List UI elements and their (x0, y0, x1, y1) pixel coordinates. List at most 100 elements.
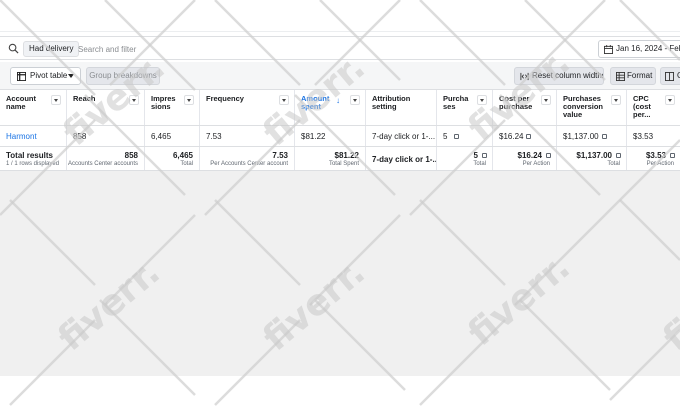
column-header-reach[interactable]: Reach (67, 90, 145, 125)
total-amount-spent-sub: Total Spent (328, 161, 359, 167)
account-name-link[interactable]: Harmont (6, 132, 37, 141)
empty-table-area (0, 171, 680, 376)
group-breakdowns-button[interactable]: Group breakdowns (86, 67, 160, 85)
date-range-label: Jan 16, 2024 - Feb 1 (616, 44, 680, 53)
total-amount-spent-cell: $81.22 Total Spent (295, 147, 366, 170)
total-results-label: Total results (6, 151, 53, 160)
column-menu-icon[interactable] (541, 95, 551, 105)
reset-column-widths-button[interactable]: Reset column widths (514, 67, 604, 85)
column-menu-icon[interactable] (184, 95, 194, 105)
column-header-cost-per-purchase[interactable]: Cost per purchase (493, 90, 557, 125)
column-menu-icon[interactable] (51, 95, 61, 105)
total-impressions-value: 6,465 (172, 151, 193, 160)
cost-per-purchase-value: $16.24 (499, 132, 524, 141)
cell-amount-spent: $81.22 (295, 126, 366, 146)
date-range-button[interactable]: Jan 16, 2024 - Feb 1 (598, 40, 680, 58)
total-purchases-value: 5 (473, 151, 478, 160)
column-header-purchases[interactable]: Purcha ses (437, 90, 493, 125)
total-reach-cell: 858 Accounts Center accounts (67, 147, 145, 170)
total-purchases-cell: 5 Total (437, 147, 493, 170)
cell-attribution: 7-day click or 1-... (366, 126, 437, 146)
total-cost-per-purchase-sub: Per Action (522, 161, 550, 167)
column-header-attribution-setting[interactable]: Attribution setting (366, 90, 437, 125)
total-cost-per-purchase-value: $16.24 (517, 151, 542, 160)
filter-chip-had-delivery[interactable]: Had delivery (23, 41, 80, 57)
table-header-row: Account name Reach Impres sions Frequenc… (0, 89, 680, 126)
frequency-value: 7.53 (206, 132, 222, 141)
cell-account-name: Harmont (0, 126, 67, 146)
column-menu-icon[interactable] (350, 95, 360, 105)
details-icon[interactable] (482, 153, 487, 158)
column-header-label: Attribution setting (372, 94, 411, 111)
amount-spent-value: $81.22 (301, 132, 326, 141)
column-width-icon (520, 72, 529, 81)
total-frequency-value: 7.53 (272, 151, 288, 160)
total-cpc-cell: $3.53 Per Action (627, 147, 680, 170)
column-header-frequency[interactable]: Frequency (200, 90, 295, 125)
column-header-account-name[interactable]: Account name (0, 90, 67, 125)
column-header-amount-spent[interactable]: Amount spent ↓ (295, 90, 366, 125)
search-input[interactable] (78, 41, 478, 57)
total-frequency-cell: 7.53 Per Accounts Center account (200, 147, 295, 170)
details-icon[interactable] (602, 134, 607, 139)
column-header-impressions[interactable]: Impres sions (145, 90, 200, 125)
column-menu-icon[interactable] (477, 95, 487, 105)
column-header-label: Amount spent (301, 94, 330, 111)
total-attribution-value: 7-day click or 1-... (372, 155, 437, 164)
total-label-cell: Total results 1 / 1 rows displayed (0, 147, 67, 170)
column-header-label: Cost per purchase (499, 94, 533, 111)
attribution-value: 7-day click or 1-... (372, 132, 436, 141)
impressions-value: 6,465 (151, 132, 172, 141)
column-header-label: CPC (cost per... (633, 94, 651, 119)
column-menu-icon[interactable] (129, 95, 139, 105)
total-purchases-sub: Total (473, 161, 486, 167)
details-icon[interactable] (616, 153, 621, 158)
total-cost-per-purchase-cell: $16.24 Per Action (493, 147, 557, 170)
table-row: Harmont 858 6,465 7.53 $81.22 7-day clic… (0, 126, 680, 147)
cell-reach: 858 (67, 126, 145, 146)
columns-icon (665, 72, 674, 81)
total-reach-value: 858 (124, 151, 138, 160)
cell-conversion-value: $1,137.00 (557, 126, 627, 146)
format-button[interactable]: Format (610, 67, 656, 85)
columns-button[interactable]: C (660, 67, 680, 85)
details-icon[interactable] (546, 153, 551, 158)
reach-value: 858 (73, 132, 87, 141)
total-amount-spent-value: $81.22 (334, 151, 359, 160)
column-menu-icon[interactable] (665, 95, 675, 105)
search-icon[interactable] (8, 43, 19, 54)
purchases-value: 5 (443, 132, 448, 141)
total-results-row: Total results 1 / 1 rows displayed 858 A… (0, 147, 680, 171)
column-header-label: Impres sions (151, 94, 176, 111)
column-header-label: Account name (6, 94, 36, 111)
details-icon[interactable] (670, 153, 675, 158)
column-header-label: Purcha ses (443, 94, 469, 111)
reset-column-widths-label: Reset column widths (532, 71, 604, 80)
total-attribution-cell: 7-day click or 1-... (366, 147, 437, 170)
top-bar (0, 0, 680, 32)
filter-bar: Had delivery Jan 16, 2024 - Feb 1 (0, 36, 680, 60)
bottom-strip (0, 376, 680, 409)
details-icon[interactable] (526, 134, 531, 139)
column-menu-icon[interactable] (611, 95, 621, 105)
chevron-down-icon (68, 74, 74, 78)
total-conversion-value-value: $1,137.00 (576, 151, 612, 160)
column-header-cpc[interactable]: CPC (cost per... (627, 90, 680, 125)
cell-purchases: 5 (437, 126, 493, 146)
sort-descending-icon: ↓ (336, 96, 340, 105)
total-cpc-sub: Per Action (646, 161, 674, 167)
cell-cost-per-purchase: $16.24 (493, 126, 557, 146)
pivot-table-label: Pivot table (30, 71, 68, 80)
column-header-purchases-conversion-value[interactable]: Purchases conversion value (557, 90, 627, 125)
format-label: Format (627, 71, 653, 80)
column-menu-icon[interactable] (279, 95, 289, 105)
format-icon (616, 72, 625, 81)
details-icon[interactable] (454, 134, 459, 139)
column-header-label: Purchases conversion value (563, 94, 604, 119)
pivot-table-icon (17, 72, 26, 81)
pivot-table-button[interactable]: Pivot table (10, 67, 81, 85)
cpc-value: $3.53 (633, 132, 654, 141)
cell-cpc: $3.53 (627, 126, 680, 146)
total-conversion-value-sub: Total (607, 161, 620, 167)
calendar-icon (604, 45, 613, 54)
